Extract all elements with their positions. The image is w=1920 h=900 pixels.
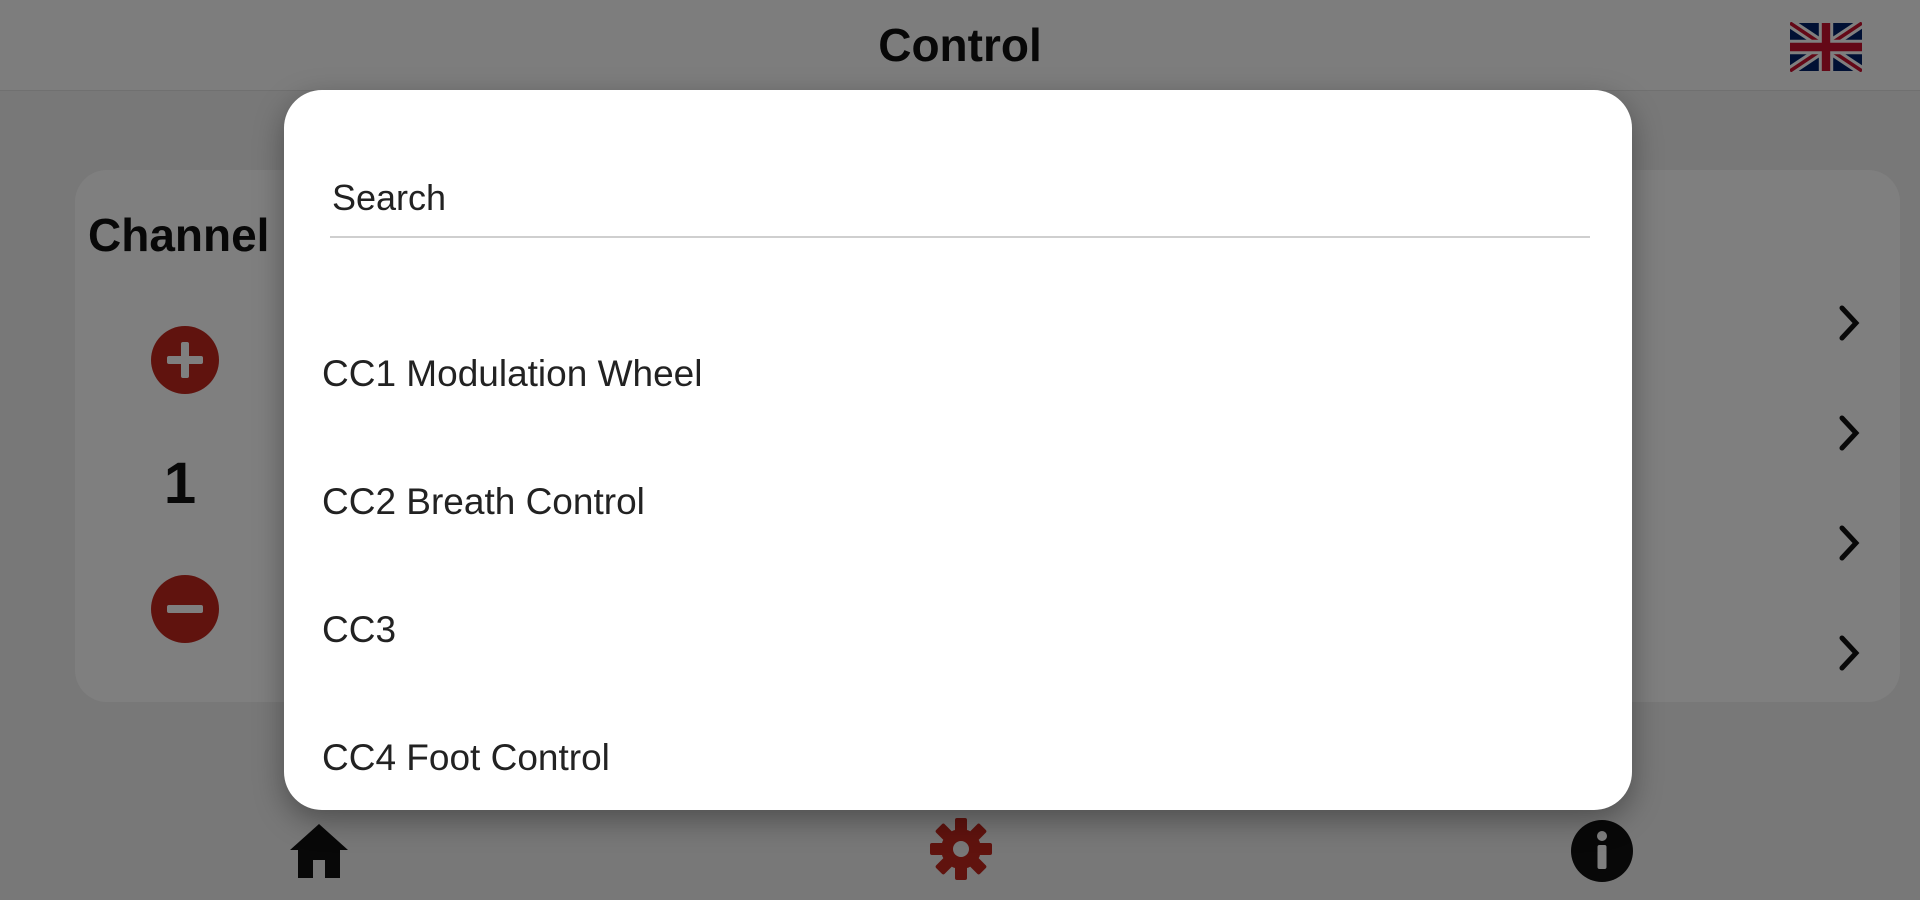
cc-select-dialog: CC1 Modulation Wheel CC2 Breath Control … <box>284 90 1632 810</box>
list-item[interactable]: CC4 Foot Control <box>284 694 1632 810</box>
list-item[interactable]: CC2 Breath Control <box>284 438 1632 566</box>
list-item[interactable]: CC3 <box>284 566 1632 694</box>
options-list: CC1 Modulation Wheel CC2 Breath Control … <box>284 310 1632 810</box>
search-input[interactable] <box>330 160 1590 238</box>
app-screen: Control Channel 1 <box>0 0 1920 900</box>
list-item[interactable]: CC1 Modulation Wheel <box>284 310 1632 438</box>
